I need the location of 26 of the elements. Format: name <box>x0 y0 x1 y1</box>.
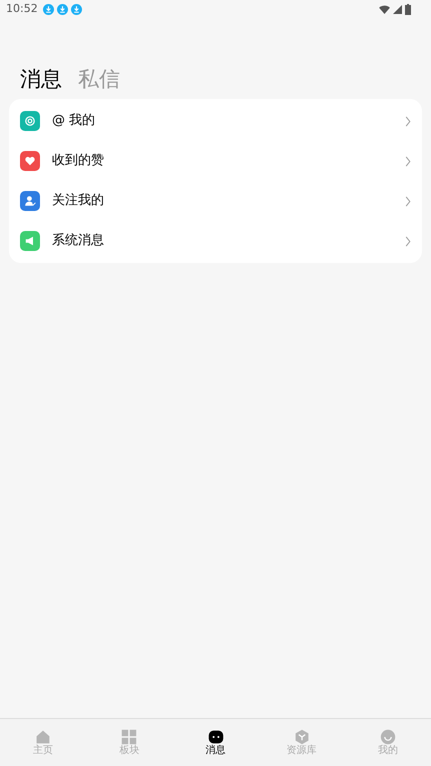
download-icon <box>42 4 54 14</box>
chevron-right-icon <box>405 116 411 126</box>
signal-icon <box>393 4 402 14</box>
download-icon <box>56 4 68 14</box>
message-category-item[interactable]: 系统消息 <box>9 221 422 261</box>
item-label: 收到的赞 <box>52 152 105 170</box>
download-icon <box>70 4 82 14</box>
item-label: 关注我的 <box>52 192 105 210</box>
chat-icon <box>208 729 224 745</box>
grid-icon <box>121 729 138 745</box>
nav-tab[interactable]: 消息 <box>172 719 259 766</box>
tab[interactable]: 消息 <box>20 69 62 90</box>
message-category-item[interactable]: 关注我的 <box>9 181 422 221</box>
home-icon <box>35 729 52 745</box>
message-category-item[interactable]: @ 我的 <box>9 101 422 141</box>
hexagon-icon <box>294 729 310 745</box>
chevron-right-icon <box>405 196 411 206</box>
message-category-item[interactable]: 收到的赞 <box>9 141 422 181</box>
smile-icon <box>380 729 396 745</box>
chevron-right-icon <box>405 156 411 166</box>
battery-icon <box>405 4 411 14</box>
status-time: 10:52 <box>6 0 38 17</box>
chevron-right-icon <box>405 236 411 246</box>
wifi-icon <box>379 4 390 14</box>
item-label: @ 我的 <box>52 112 96 130</box>
item-label: 系统消息 <box>52 232 105 250</box>
